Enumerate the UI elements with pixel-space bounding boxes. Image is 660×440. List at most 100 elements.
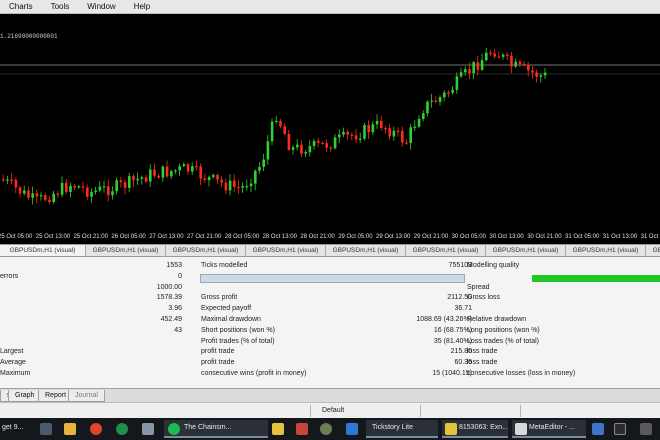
candle-body xyxy=(270,121,274,142)
tickstory-label: Tickstory Lite xyxy=(372,424,413,431)
chart-tab[interactable]: GBPUSDm,H1 (visual) xyxy=(646,245,660,256)
candle-body xyxy=(459,72,463,77)
metatrader-icon[interactable] xyxy=(272,423,284,435)
candle-body xyxy=(287,133,291,150)
candle-body xyxy=(350,134,354,136)
time-tick-label: 29 Oct 21:00 xyxy=(413,234,449,240)
candle-body xyxy=(262,159,265,168)
candle-body xyxy=(308,145,312,153)
candle-body xyxy=(52,193,55,203)
candle-body xyxy=(371,124,375,133)
candle-body xyxy=(291,147,295,150)
vscode-icon[interactable] xyxy=(346,423,358,435)
taskbar-spotify[interactable]: The Chainsm... xyxy=(164,420,268,438)
app-icon-blue[interactable] xyxy=(592,423,604,435)
report-row: Average profit trade 60.36 loss trade xyxy=(0,358,660,368)
candle-body xyxy=(338,134,341,138)
report-value: 43 xyxy=(174,326,182,334)
taskbar-metatrader[interactable]: 8153063: Exn... xyxy=(442,420,508,438)
report-row: Largest profit trade 215.80 loss trade xyxy=(0,347,660,357)
report-label: Maximum xyxy=(0,370,31,377)
time-tick-label: 25 Oct 13:00 xyxy=(35,234,71,240)
chart-tab[interactable]: GBPUSDm,H1 (visual) xyxy=(486,245,566,256)
app-icon-dark[interactable] xyxy=(614,423,626,435)
notification-icon[interactable] xyxy=(640,423,652,435)
app-icon[interactable] xyxy=(142,423,154,435)
candle-body xyxy=(186,164,190,172)
tab-graph[interactable]: Graph xyxy=(8,390,42,402)
report-metric-2: consecutive losses (loss in money) xyxy=(467,370,576,377)
candle-body xyxy=(317,140,320,143)
candle-body xyxy=(401,130,404,143)
candle-body xyxy=(300,144,303,154)
candle-body xyxy=(430,100,433,102)
report-metric: Profit trades (% of total) xyxy=(201,337,275,345)
candle-body xyxy=(98,186,102,191)
report-metric-value: 35 (81.40%) xyxy=(433,337,472,345)
report-metric-2: loss trade xyxy=(467,359,498,367)
chart-tab[interactable]: GBPUSDm,H1 (visual) xyxy=(566,245,646,256)
candle-body xyxy=(102,186,106,188)
candle-body xyxy=(493,53,496,57)
candle-body xyxy=(497,56,501,58)
tab-journal[interactable]: Journal xyxy=(68,390,105,402)
candle-body xyxy=(199,166,202,179)
candle-body xyxy=(447,92,450,94)
file-explorer-icon[interactable] xyxy=(64,423,76,435)
menu-window[interactable]: Window xyxy=(78,0,124,14)
taskbar-tickstory[interactable]: Tickstory Lite xyxy=(366,420,438,438)
menu-help[interactable]: Help xyxy=(125,0,159,14)
candle-body xyxy=(539,75,543,77)
report-row: Maximum consecutive wins (profit in money… xyxy=(0,369,660,379)
candle-body xyxy=(39,195,43,197)
report-metric-value: 16 (68.75%) xyxy=(433,326,472,334)
chart-tab[interactable]: GBPUSDm,H1 (visual) xyxy=(0,245,86,256)
candle-body xyxy=(472,62,475,74)
chart-tab[interactable]: GBPUSDm,H1 (visual) xyxy=(166,245,246,256)
chart-tab[interactable]: GBPUSDm,H1 (visual) xyxy=(246,245,326,256)
candle-body xyxy=(165,166,169,177)
taskbar-search-text[interactable]: get 9... xyxy=(2,424,23,431)
chart-tab[interactable]: GBPUSDm,H1 (visual) xyxy=(86,245,166,256)
candle-body xyxy=(506,54,509,57)
price-chart[interactable]: 1.21690000000001 25 Oct 05:00 25 Oct 13:0… xyxy=(0,14,660,244)
candle-body xyxy=(417,118,421,127)
chart-tab[interactable]: GBPUSDm,H1 (visual) xyxy=(326,245,406,256)
candle-body xyxy=(321,142,324,145)
candle-body xyxy=(468,69,471,74)
candle-body xyxy=(6,179,9,181)
spotify-icon xyxy=(168,423,180,435)
candle-body xyxy=(304,152,307,154)
candle-body xyxy=(283,126,286,134)
candle-body xyxy=(203,178,207,181)
report-metric-value: 1088.69 (43.26%) xyxy=(416,316,472,323)
candle-body xyxy=(367,124,370,133)
candle-body xyxy=(123,182,127,188)
task-view-icon[interactable] xyxy=(40,423,52,435)
candle-body xyxy=(10,179,13,181)
candle-body xyxy=(396,130,400,132)
report-metric: profit trade xyxy=(201,359,235,367)
menu-tools[interactable]: Tools xyxy=(42,0,79,14)
taskbar-metaeditor[interactable]: MetaEditor - ... xyxy=(512,420,586,438)
chart-tab[interactable]: GBPUSDm,H1 (visual) xyxy=(406,245,486,256)
candle-body xyxy=(346,131,349,135)
candle-body xyxy=(132,175,135,181)
candle-body xyxy=(464,69,467,73)
app-icon-round[interactable] xyxy=(320,423,332,435)
chrome-icon[interactable] xyxy=(90,423,102,435)
time-tick-label: 25 Oct 21:00 xyxy=(73,234,108,240)
candle-body xyxy=(224,182,228,191)
candle-body xyxy=(329,147,333,149)
whatsapp-icon[interactable] xyxy=(116,423,128,435)
candle-body xyxy=(14,179,18,188)
menu-charts[interactable]: Charts xyxy=(0,0,42,14)
candle-body xyxy=(422,113,425,119)
candle-body xyxy=(527,64,530,71)
report-metric-value: 2112.50 xyxy=(447,294,472,302)
report-row: Profit trades (% of total) 35 (81.40%) Los… xyxy=(0,337,660,347)
candle-body xyxy=(296,144,299,148)
app-icon-red[interactable] xyxy=(296,423,308,435)
candle-body xyxy=(312,140,316,146)
candle-body xyxy=(501,54,505,57)
